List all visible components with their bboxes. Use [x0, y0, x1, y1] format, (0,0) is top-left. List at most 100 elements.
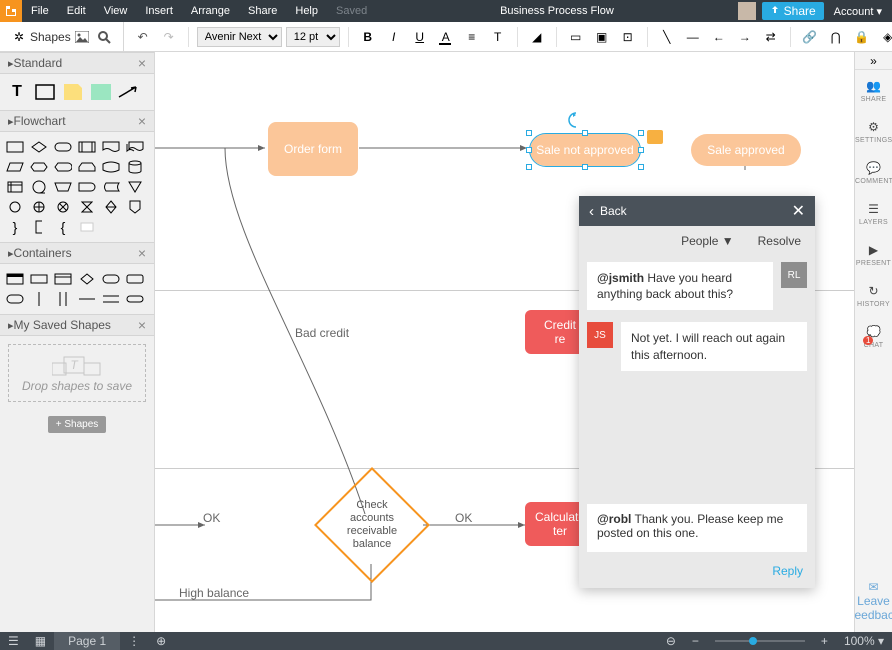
close-icon[interactable]: × [138, 55, 146, 71]
shape-rect[interactable] [32, 80, 58, 104]
font-select[interactable]: Avenir Next [197, 27, 282, 47]
fc-sum[interactable] [52, 198, 74, 216]
ct-9[interactable] [52, 290, 74, 308]
fc-manualop[interactable] [52, 178, 74, 196]
text-size-icon[interactable]: T [489, 28, 507, 46]
ct-10[interactable] [76, 290, 98, 308]
fc-document[interactable] [100, 138, 122, 156]
fc-io[interactable] [4, 158, 26, 176]
ct-3[interactable] [52, 270, 74, 288]
fc-merge[interactable] [124, 178, 146, 196]
menu-share[interactable]: Share [239, 5, 286, 17]
comment-compose[interactable]: @robl Thank you. Please keep me posted o… [579, 496, 815, 560]
ct-2[interactable] [28, 270, 50, 288]
close-icon[interactable]: × [138, 317, 146, 333]
page-tab[interactable]: Page 1 [54, 632, 120, 650]
people-dropdown[interactable]: People ▼ [681, 234, 734, 248]
fc-or[interactable] [28, 198, 50, 216]
ct-1[interactable] [4, 270, 26, 288]
search-icon[interactable] [95, 28, 113, 46]
node-check-balance[interactable]: Check accounts receivable balance [331, 484, 413, 566]
fc-process[interactable] [4, 138, 26, 156]
ct-8[interactable] [28, 290, 50, 308]
layer-icon[interactable]: ◈ [879, 28, 892, 46]
fc-decision[interactable] [28, 138, 50, 156]
fc-data[interactable] [100, 158, 122, 176]
rail-present[interactable]: ▶PRESENT [855, 234, 892, 275]
fc-brace-r[interactable]: } [4, 218, 26, 236]
italic-icon[interactable]: I [385, 28, 403, 46]
undo-icon[interactable]: ↶ [134, 28, 152, 46]
canvas[interactable]: OK OK High balance Bad credit Order form… [155, 52, 854, 632]
resolve-button[interactable]: Resolve [758, 234, 801, 248]
zoom-level[interactable]: 100% ▾ [836, 634, 892, 648]
magnet-icon[interactable]: ⋂ [827, 28, 845, 46]
shape-note[interactable] [60, 80, 86, 104]
ct-11[interactable] [100, 290, 122, 308]
menu-edit[interactable]: Edit [58, 5, 95, 17]
arrow-end-icon[interactable]: → [736, 28, 754, 46]
cat-flowchart[interactable]: ▸ Flowchart× [0, 110, 154, 132]
node-sale-not-approved[interactable]: Sale not approved [530, 134, 640, 166]
fc-terminator[interactable] [52, 138, 74, 156]
align-icon[interactable]: ≡ [463, 28, 481, 46]
fc-offpage[interactable] [124, 198, 146, 216]
fc-brace-l[interactable]: { [52, 218, 74, 236]
line-style-icon[interactable]: — [684, 28, 702, 46]
redo-icon[interactable]: ↷ [160, 28, 178, 46]
account-menu[interactable]: Account ▾ [824, 5, 892, 18]
node-sale-approved[interactable]: Sale approved [691, 134, 801, 166]
ct-7[interactable] [4, 290, 26, 308]
close-icon[interactable]: × [138, 245, 146, 261]
rail-layers[interactable]: ☰LAYERS [855, 193, 892, 234]
lock-icon[interactable]: 🔒 [853, 28, 871, 46]
cat-standard[interactable]: ▸ Standard× [0, 52, 154, 74]
zoom-fit-icon[interactable]: ⊖ [658, 634, 684, 648]
fc-database[interactable] [124, 158, 146, 176]
fc-note[interactable] [28, 218, 50, 236]
zoom-slider[interactable] [715, 640, 805, 642]
reply-button[interactable]: Reply [772, 564, 803, 578]
menu-insert[interactable]: Insert [136, 5, 182, 17]
fc-multidoc[interactable] [124, 138, 146, 156]
arrow-start-icon[interactable]: ← [710, 28, 728, 46]
fill-icon[interactable]: ◢ [528, 28, 546, 46]
add-shapes-button[interactable]: + Shapes [48, 416, 107, 433]
rail-comment[interactable]: 💬COMMENT [855, 152, 892, 193]
cat-containers[interactable]: ▸ Containers× [0, 242, 154, 264]
shape-text[interactable]: T [4, 80, 30, 104]
fc-swatch[interactable] [76, 218, 98, 236]
shape-style-icon[interactable]: ▣ [593, 28, 611, 46]
user-avatar[interactable] [738, 2, 756, 20]
collapse-rail-icon[interactable]: » [855, 52, 892, 70]
menu-file[interactable]: File [22, 5, 58, 17]
outline-view-icon[interactable]: ☰ [0, 634, 27, 648]
fc-intstorage[interactable] [4, 178, 26, 196]
menu-arrange[interactable]: Arrange [182, 5, 239, 17]
logo-icon[interactable] [0, 0, 22, 22]
shape-adv-icon[interactable]: ⊡ [619, 28, 637, 46]
fc-connector[interactable] [4, 198, 26, 216]
link-icon[interactable]: 🔗 [801, 28, 819, 46]
node-order-form[interactable]: Order form [268, 122, 358, 176]
text-color-icon[interactable]: A [437, 28, 455, 46]
fc-sort[interactable] [100, 198, 122, 216]
grid-view-icon[interactable]: ▦ [27, 634, 54, 648]
doc-title[interactable]: Business Process Flow [376, 5, 737, 17]
page-menu-icon[interactable]: ⋮ [120, 634, 148, 648]
fc-preparation[interactable] [28, 158, 50, 176]
ct-4[interactable] [76, 270, 98, 288]
rail-history[interactable]: ↻HISTORY [855, 275, 892, 316]
rail-settings[interactable]: ⚙SETTINGS [855, 111, 892, 152]
shape-border-icon[interactable]: ▭ [567, 28, 585, 46]
zoom-out-icon[interactable]: − [684, 634, 707, 648]
fc-manual[interactable] [76, 158, 98, 176]
fc-tape[interactable] [28, 178, 50, 196]
close-icon[interactable]: ✕ [792, 201, 805, 221]
ct-5[interactable] [100, 270, 122, 288]
fc-predef[interactable] [76, 138, 98, 156]
line-icon[interactable]: ╲ [658, 28, 676, 46]
font-size-select[interactable]: 12 pt ▾ [286, 27, 340, 47]
menu-help[interactable]: Help [286, 5, 327, 17]
comment-marker-icon[interactable] [647, 130, 663, 144]
